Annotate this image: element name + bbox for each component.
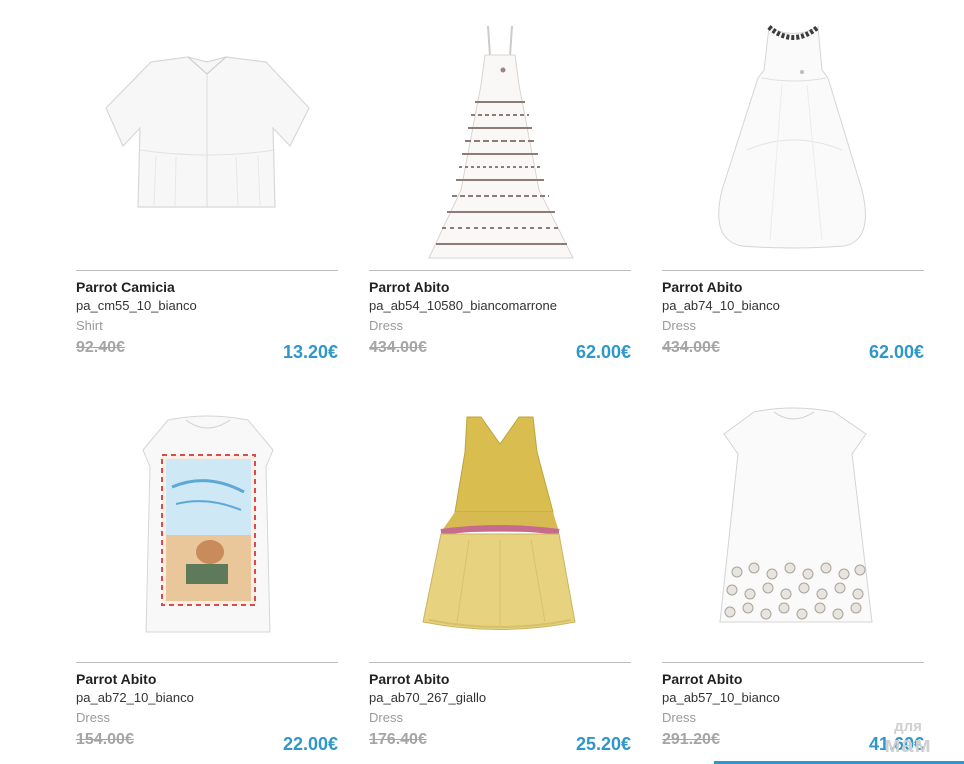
product-image-white-hi-low-dress[interactable] xyxy=(662,0,924,271)
product-type: Dress xyxy=(76,710,110,725)
product-card[interactable]: Parrot Abito pa_ab74_10_bianco Dress 434… xyxy=(662,0,924,368)
price-row: 434.00€ 62.00€ xyxy=(369,337,631,362)
product-card[interactable]: Parrot Abito pa_ab70_267_giallo Dress 17… xyxy=(369,392,631,760)
product-info: Parrot Abito pa_ab54_10580_biancomarrone… xyxy=(369,271,631,362)
product-image-white-shirt[interactable] xyxy=(76,0,338,271)
product-image-yellow-tulle-dress[interactable] xyxy=(369,392,631,663)
white-embellished-dress-image xyxy=(719,407,873,623)
old-price: 434.00€ xyxy=(369,339,427,356)
old-price: 176.40€ xyxy=(369,731,427,748)
sale-price: 22.00€ xyxy=(282,734,338,754)
product-sku: pa_ab54_10580_biancomarrone xyxy=(369,298,557,313)
old-price: 291.20€ xyxy=(662,731,720,748)
price-row: 154.00€ 22.00€ xyxy=(76,729,338,754)
product-sku: pa_cm55_10_bianco xyxy=(76,298,197,313)
product-info: Parrot Abito pa_ab72_10_bianco Dress 154… xyxy=(76,663,338,754)
product-sku: pa_ab70_267_giallo xyxy=(369,690,487,705)
sale-price: 62.00€ xyxy=(868,342,924,362)
product-image-patterned-maxi-dress[interactable] xyxy=(369,0,631,271)
product-info: Parrot Camicia pa_cm55_10_bianco Shirt 9… xyxy=(76,271,338,362)
product-grid: Parrot Camicia pa_cm55_10_bianco Shirt 9… xyxy=(76,0,924,760)
white-shirt-image xyxy=(105,56,310,208)
yellow-tulle-dress-image xyxy=(422,416,576,630)
product-name[interactable]: Parrot Abito xyxy=(369,278,631,297)
product-info: Parrot Abito pa_ab74_10_bianco Dress 434… xyxy=(662,271,924,362)
product-name[interactable]: Parrot Abito xyxy=(662,278,924,297)
product-image-white-embellished-dress[interactable] xyxy=(662,392,924,663)
white-hi-low-dress-image xyxy=(718,25,866,249)
old-price: 154.00€ xyxy=(76,731,134,748)
product-sku: pa_ab72_10_bianco xyxy=(76,690,194,705)
printed-tshirt-dress-image xyxy=(142,415,274,633)
product-card[interactable]: Parrot Abito pa_ab57_10_bianco Dress 291… xyxy=(662,392,924,760)
product-type: Dress xyxy=(662,318,696,333)
product-sku: pa_ab74_10_bianco xyxy=(662,298,780,313)
product-name[interactable]: Parrot Abito xyxy=(369,670,631,689)
product-image-printed-tshirt-dress[interactable] xyxy=(76,392,338,663)
price-row: 92.40€ 13.20€ xyxy=(76,337,338,362)
product-sku: pa_ab57_10_bianco xyxy=(662,690,780,705)
old-price: 92.40€ xyxy=(76,339,125,356)
patterned-maxi-dress-image xyxy=(428,25,574,259)
product-name[interactable]: Parrot Abito xyxy=(76,670,338,689)
product-card[interactable]: Parrot Camicia pa_cm55_10_bianco Shirt 9… xyxy=(76,0,338,368)
sale-price: 62.00€ xyxy=(575,342,631,362)
product-name[interactable]: Parrot Abito xyxy=(662,670,924,689)
sale-price: 25.20€ xyxy=(575,734,631,754)
price-row: 176.40€ 25.20€ xyxy=(369,729,631,754)
product-type: Dress xyxy=(369,710,403,725)
sale-price: 13.20€ xyxy=(282,342,338,362)
product-type: Shirt xyxy=(76,318,103,333)
product-card[interactable]: Parrot Abito pa_ab54_10580_biancomarrone… xyxy=(369,0,631,368)
price-row: 434.00€ 62.00€ xyxy=(662,337,924,362)
product-name[interactable]: Parrot Camicia xyxy=(76,278,338,297)
site-watermark: для мам xyxy=(868,719,948,756)
product-info: Parrot Abito pa_ab70_267_giallo Dress 17… xyxy=(369,663,631,754)
watermark-line-2: мам xyxy=(884,732,932,757)
product-type: Dress xyxy=(369,318,403,333)
product-card[interactable]: Parrot Abito pa_ab72_10_bianco Dress 154… xyxy=(76,392,338,760)
old-price: 434.00€ xyxy=(662,339,720,356)
